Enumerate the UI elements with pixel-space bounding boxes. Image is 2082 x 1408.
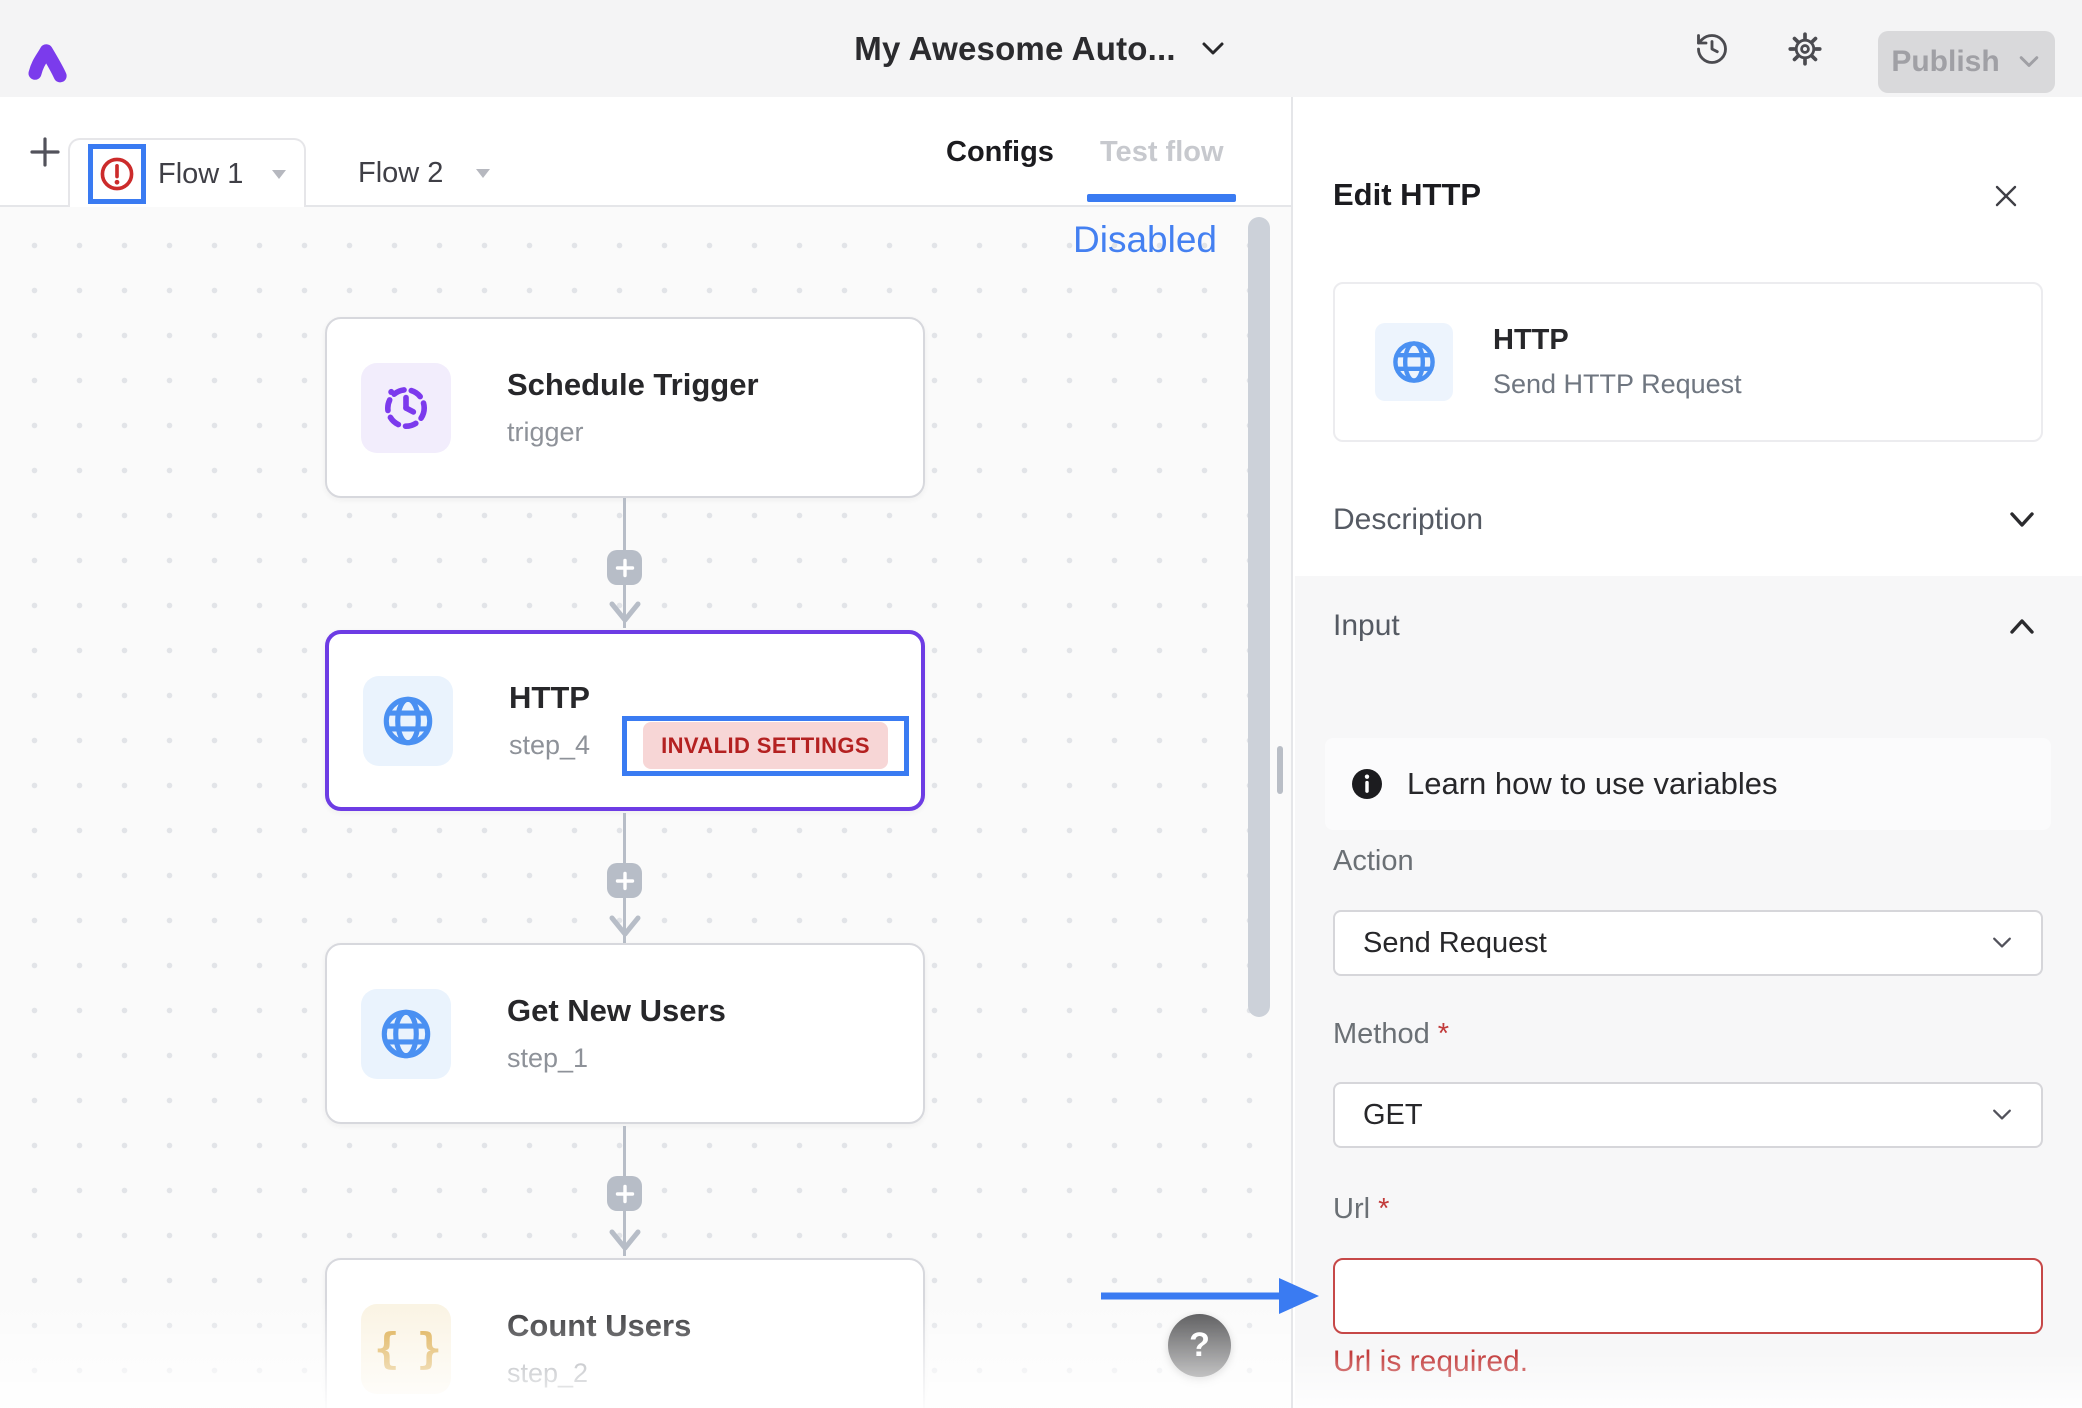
add-step-button[interactable]	[607, 1176, 642, 1211]
tab-configs[interactable]: Configs	[946, 97, 1054, 207]
step-subtitle: step_4	[509, 730, 590, 761]
piece-subtitle: Send HTTP Request	[1493, 369, 1742, 400]
canvas-scrollbar[interactable]	[1248, 217, 1270, 1017]
flow-tab-bar: Flow 1 Flow 2 Configs Test flow	[0, 97, 1291, 207]
add-step-button[interactable]	[607, 550, 642, 585]
piece-info-card: HTTP Send HTTP Request	[1333, 282, 2043, 442]
globe-icon	[363, 676, 453, 766]
step-card-schedule-trigger[interactable]: Schedule Trigger trigger	[325, 317, 925, 498]
step-card-http[interactable]: HTTP step_4 INVALID SETTINGS	[325, 630, 925, 811]
variables-help-link[interactable]: Learn how to use variables	[1325, 738, 2051, 830]
required-asterisk: *	[1438, 1018, 1449, 1050]
alert-circle-icon	[98, 155, 136, 193]
settings-gear-icon[interactable]	[1788, 0, 1822, 97]
section-description[interactable]: Description	[1293, 489, 2082, 551]
top-bar: My Awesome Auto... Publish	[0, 0, 2082, 97]
caret-down-icon[interactable]	[271, 169, 287, 180]
clock-icon	[361, 363, 451, 453]
invalid-settings-badge: INVALID SETTINGS	[643, 722, 888, 769]
edit-step-panel: Edit HTTP HTTP Send HTTP Request Descrip…	[1291, 97, 2082, 1408]
globe-icon	[361, 989, 451, 1079]
tab-test-flow[interactable]: Test flow	[1100, 97, 1224, 207]
step-title: Count Users	[507, 1308, 691, 1344]
url-error-message: Url is required.	[1333, 1345, 1528, 1379]
braces-icon: { }	[361, 1304, 451, 1394]
history-icon[interactable]	[1694, 0, 1730, 97]
chevron-down-icon	[2006, 509, 2038, 531]
info-icon	[1349, 766, 1385, 802]
panel-title: Edit HTTP	[1333, 177, 1481, 213]
disabled-annotation-testflow: Disabled	[1073, 221, 1217, 258]
variables-help-label: Learn how to use variables	[1407, 766, 1778, 802]
close-icon[interactable]	[1993, 183, 2019, 209]
method-select-value: GET	[1363, 1099, 1423, 1132]
piece-title: HTTP	[1493, 324, 1742, 357]
publish-button[interactable]: Publish	[1878, 31, 2055, 93]
step-title: Schedule Trigger	[507, 367, 759, 403]
action-select[interactable]: Send Request	[1333, 910, 2043, 976]
method-field-label: Method *	[1333, 1018, 1449, 1051]
section-input-label: Input	[1333, 609, 1400, 643]
chevron-down-icon	[1198, 39, 1228, 59]
method-select[interactable]: GET	[1333, 1082, 2043, 1148]
arrow-down-icon	[607, 1228, 643, 1254]
chevron-down-icon	[1989, 934, 2015, 952]
globe-icon	[1375, 323, 1453, 401]
chevron-up-icon	[2006, 615, 2038, 637]
section-input[interactable]: Input	[1293, 595, 2082, 657]
flow-title-menu[interactable]: My Awesome Auto...	[0, 0, 2082, 97]
section-description-label: Description	[1333, 503, 1483, 537]
publish-button-label: Publish	[1891, 45, 1999, 79]
add-flow-button[interactable]	[28, 135, 62, 169]
tab-flow-1[interactable]: Flow 1	[68, 138, 306, 208]
step-card-count-users[interactable]: { } Count Users step_2	[325, 1258, 925, 1408]
tab-flow-2-label: Flow 2	[358, 157, 443, 190]
panel-resize-handle[interactable]	[1277, 746, 1283, 794]
step-subtitle: trigger	[507, 417, 759, 448]
step-card-get-new-users[interactable]: Get New Users step_1	[325, 943, 925, 1124]
arrow-down-icon	[607, 914, 643, 940]
step-subtitle: step_2	[507, 1358, 691, 1389]
action-select-value: Send Request	[1363, 927, 1547, 960]
step-title: Get New Users	[507, 993, 726, 1029]
tab-flow-1-label: Flow 1	[158, 158, 243, 191]
url-input[interactable]	[1333, 1258, 2043, 1334]
testflow-underline-annotation	[1087, 194, 1236, 202]
help-button-label: ?	[1189, 1326, 1210, 1365]
step-title: HTTP	[509, 680, 590, 716]
required-asterisk: *	[1378, 1193, 1389, 1225]
url-field-label: Url *	[1333, 1193, 1389, 1226]
flow-canvas[interactable]: Disabled Schedule Trigger trigger	[0, 207, 1291, 1408]
action-field-label: Action	[1333, 845, 1414, 878]
chevron-down-icon	[2016, 53, 2042, 71]
step-subtitle: step_1	[507, 1043, 726, 1074]
app: My Awesome Auto... Publish	[0, 0, 2082, 1408]
help-button[interactable]: ?	[1168, 1314, 1231, 1377]
add-step-button[interactable]	[607, 863, 642, 898]
page-title: My Awesome Auto...	[854, 30, 1175, 68]
flow-error-annotation-box	[88, 144, 146, 204]
invalid-settings-annotation-box: INVALID SETTINGS	[622, 716, 909, 776]
arrow-down-icon	[607, 600, 643, 626]
tab-flow-2[interactable]: Flow 2	[358, 138, 491, 208]
chevron-down-icon	[1989, 1106, 2015, 1124]
caret-down-icon[interactable]	[475, 168, 491, 179]
